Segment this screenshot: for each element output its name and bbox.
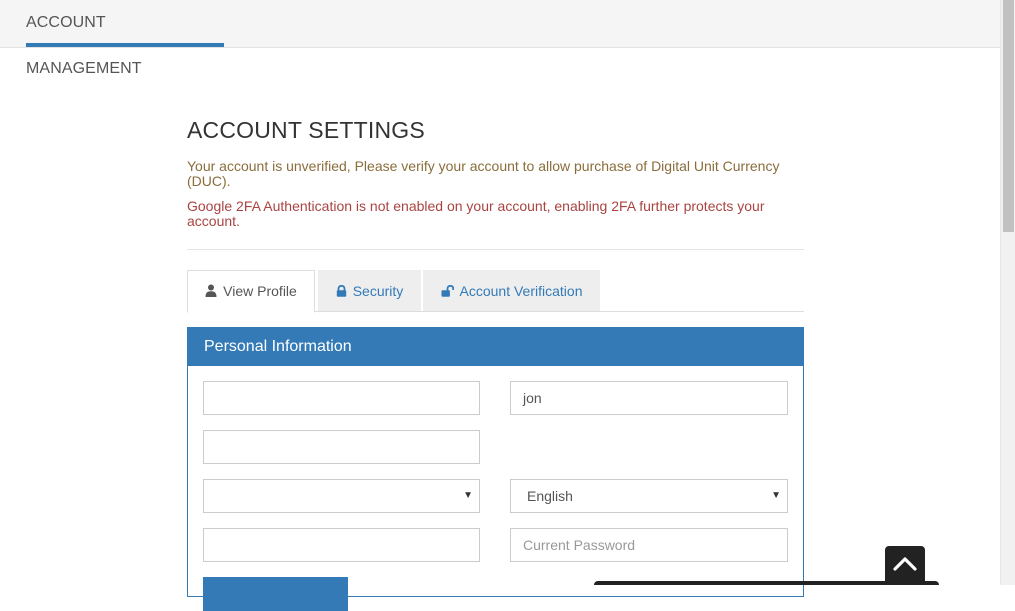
lock-icon [336,285,346,297]
language-select[interactable]: English ▼ [510,479,788,513]
personal-information-panel: Personal Information jon ▼ English ▼ Cur… [187,327,804,611]
scrollbar-thumb[interactable] [1003,0,1014,232]
tab-label: Account Verification [459,283,583,299]
unlock-icon [441,285,454,297]
unverified-notice: Your account is unverified, Please verif… [187,158,780,189]
save-button[interactable] [203,577,348,611]
username-field[interactable]: jon [510,381,788,415]
tab-account-verification[interactable]: Account Verification [423,270,600,311]
first-name-field[interactable] [203,381,480,415]
back-to-top-button[interactable] [885,546,925,585]
top-nav-bar: ACCOUNT MANAGEMENT [0,0,1000,77]
tab-label: Security [352,283,404,299]
settings-tabs: View Profile Security Account Verificati… [187,270,804,313]
caret-down-icon: ▼ [771,490,781,501]
user-icon [205,284,217,297]
page-scrollbar[interactable] [1000,0,1015,585]
page-title: ACCOUNT SETTINGS [187,117,425,143]
panel-heading: Personal Information [188,328,803,366]
chevron-up-icon [893,557,917,571]
tab-security[interactable]: Security [318,270,421,311]
tab-view-profile[interactable]: View Profile [187,270,315,313]
phone-field[interactable] [203,528,480,562]
tab-account-management[interactable]: ACCOUNT MANAGEMENT [26,0,224,77]
divider [187,249,804,250]
current-password-field[interactable]: Current Password [510,528,788,562]
country-select[interactable]: ▼ [203,479,480,513]
caret-down-icon: ▼ [463,490,473,501]
select-value: English [527,488,573,504]
tab-label: View Profile [223,283,297,299]
name-field[interactable] [203,430,480,464]
bottom-chat-bar[interactable] [594,581,939,585]
twofa-notice: Google 2FA Authentication is not enabled… [187,198,765,229]
